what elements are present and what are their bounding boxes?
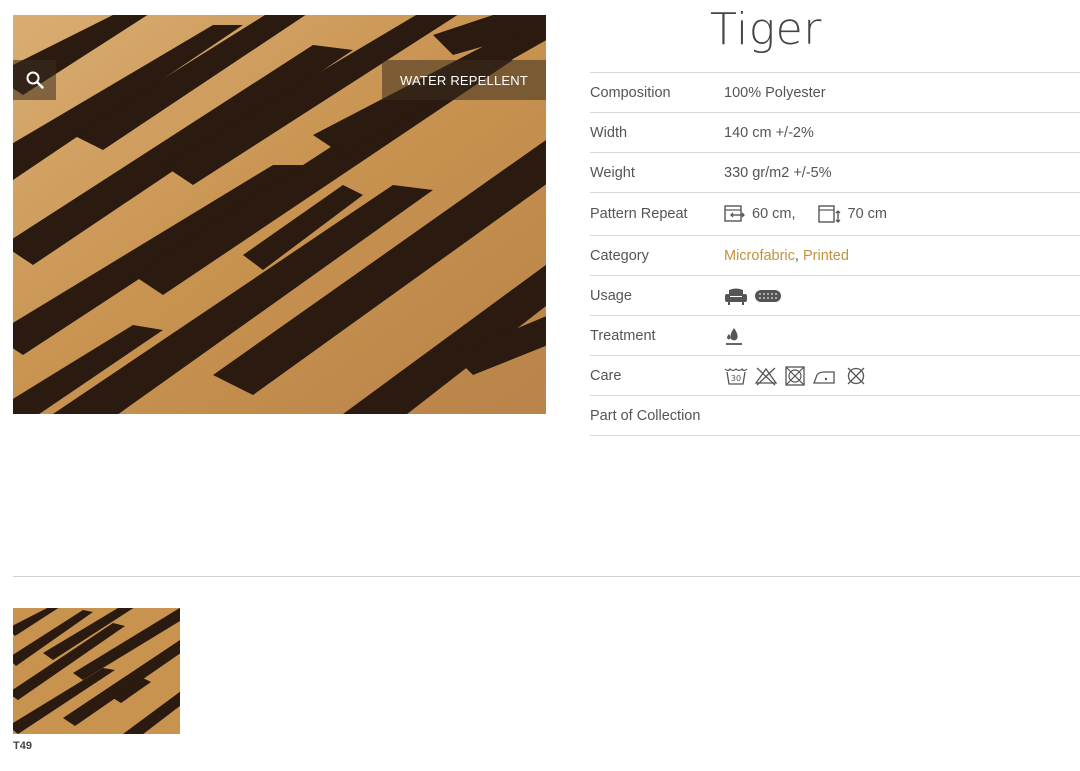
spec-table: Composition 100% Polyester Width 140 cm …	[590, 72, 1080, 436]
variant-thumbnail[interactable]	[13, 608, 180, 734]
spec-value: 100% Polyester	[724, 84, 826, 101]
wash-30-icon: 30	[724, 367, 748, 385]
spec-row-usage: Usage	[590, 276, 1080, 316]
cushion-icon	[755, 289, 781, 302]
search-icon	[26, 71, 44, 89]
no-tumble-dry-icon	[785, 365, 805, 386]
vertical-repeat-icon	[817, 205, 840, 223]
spec-row-pattern-repeat: Pattern Repeat 60 cm, 70 cm	[590, 193, 1080, 236]
spec-value: 330 gr/m2 +/-5%	[724, 164, 832, 181]
spec-label: Pattern Repeat	[590, 206, 688, 222]
category-link-microfabric[interactable]: Microfabric	[724, 248, 795, 264]
iron-low-icon	[813, 370, 835, 384]
spec-value: Microfabric, Printed	[724, 248, 849, 264]
vertical-repeat-value: 70 cm	[847, 206, 888, 222]
svg-text:30: 30	[731, 374, 741, 383]
armchair-icon	[725, 288, 747, 305]
spec-value: 30	[724, 365, 868, 386]
spec-row-treatment: Treatment	[590, 316, 1080, 356]
spec-value: 140 cm +/-2%	[724, 124, 814, 141]
spec-label: Part of Collection	[590, 407, 701, 424]
zoom-button[interactable]	[13, 60, 56, 100]
spec-label: Category	[590, 247, 649, 264]
spec-row-category: Category Microfabric, Printed	[590, 236, 1080, 276]
product-title: Tiger	[710, 4, 822, 55]
no-dry-clean-icon	[847, 367, 865, 384]
spec-label: Treatment	[590, 327, 656, 344]
water-repellent-icon	[726, 327, 742, 345]
spec-label: Usage	[590, 287, 632, 304]
category-link-printed[interactable]: Printed	[803, 248, 849, 264]
spec-label: Weight	[590, 164, 635, 181]
spec-row-weight: Weight 330 gr/m2 +/-5%	[590, 153, 1080, 193]
variant-tiger-pattern	[13, 608, 180, 734]
horizontal-repeat-icon	[724, 205, 745, 222]
section-divider	[13, 576, 1080, 577]
spec-value	[724, 326, 744, 346]
no-bleach-icon	[754, 367, 778, 385]
spec-label: Composition	[590, 84, 671, 101]
water-repellent-badge: WATER REPELLENT	[382, 60, 546, 100]
spec-label: Care	[590, 367, 622, 384]
product-image[interactable]: WATER REPELLENT	[13, 15, 546, 414]
horizontal-repeat-value: 60 cm,	[752, 206, 796, 222]
spec-row-composition: Composition 100% Polyester	[590, 73, 1080, 113]
category-separator: ,	[794, 247, 799, 264]
spec-label: Width	[590, 124, 628, 141]
spec-value	[724, 286, 782, 306]
spec-row-width: Width 140 cm +/-2%	[590, 113, 1080, 153]
spec-row-collection: Part of Collection	[590, 396, 1080, 436]
spec-value: 60 cm, 70 cm	[724, 205, 887, 223]
variant-code: T49	[13, 740, 32, 752]
spec-row-care: Care 30	[590, 356, 1080, 396]
